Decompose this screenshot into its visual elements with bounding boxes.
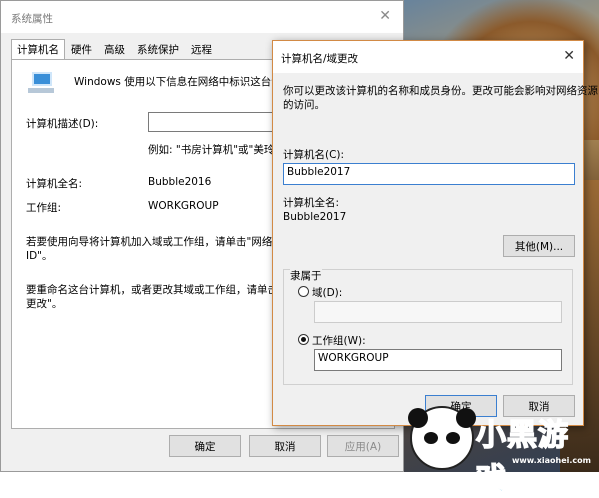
member-of-group: 隶属于 域(D): 工作组(W): WORKGROUP — [283, 268, 573, 385]
computer-name-dialog: 计算机名/域更改 ✕ 你可以更改该计算机的名称和成员身份。更改可能会影响对网络资… — [272, 40, 598, 426]
dialog-close-icon[interactable]: ✕ — [563, 48, 575, 64]
workgroup-radio[interactable] — [298, 334, 309, 345]
tab-hardware[interactable]: 硬件 — [65, 39, 98, 59]
ok-button[interactable]: 确定 — [169, 435, 241, 457]
domain-label: 域(D): — [312, 287, 343, 299]
computer-icon — [28, 72, 54, 94]
description-label: 计算机描述(D): — [26, 118, 99, 130]
apply-button[interactable]: 应用(A) — [327, 435, 399, 457]
network-id-text-line1: 若要使用向导将计算机加入域或工作组，请单击"网络 — [26, 236, 273, 248]
window-title: 系统属性 — [11, 13, 53, 25]
domain-radio[interactable] — [298, 286, 309, 297]
tab-system-protection[interactable]: 系统保护 — [131, 39, 185, 59]
intro-text: Windows 使用以下信息在网络中标识这台计 — [74, 76, 282, 88]
dialog-title-bar: 计算机名/域更改 ✕ — [273, 41, 583, 73]
full-name-value: Bubble2016 — [148, 176, 212, 188]
full-name-label: 计算机全名: — [26, 178, 83, 190]
close-icon[interactable]: ✕ — [379, 8, 391, 24]
member-of-label: 隶属于 — [290, 268, 322, 283]
watermark-logo: 小黑游戏 www.xiaohei.com — [404, 404, 599, 498]
panda-logo-icon — [408, 406, 476, 470]
workgroup-value: WORKGROUP — [148, 200, 219, 212]
rename-text-line2: 更改"。 — [26, 298, 63, 310]
tab-computer-name[interactable]: 计算机名 — [11, 39, 65, 59]
workgroup-label: 工作组: — [26, 202, 62, 214]
description-example: 例如: "书房计算机"或"美玲的 — [148, 144, 285, 156]
watermark-url: www.xiaohei.com — [512, 456, 591, 465]
domain-input[interactable] — [314, 301, 562, 323]
dialog-full-name-value: Bubble2017 — [283, 211, 347, 223]
dialog-info-line2: 的访问。 — [283, 99, 325, 111]
workgroup-input[interactable]: WORKGROUP — [314, 349, 562, 371]
dialog-info-line1: 你可以更改该计算机的名称和成员身份。更改可能会影响对网络资源 — [283, 85, 598, 97]
other-button[interactable]: 其他(M)... — [503, 235, 575, 257]
network-id-text-line2: ID"。 — [26, 250, 53, 262]
rename-text-line1: 要重命名这台计算机，或者更改其域或工作组，请单击" — [26, 284, 283, 296]
tab-advanced[interactable]: 高级 — [98, 39, 131, 59]
dialog-full-name-label: 计算机全名: — [283, 197, 340, 209]
dialog-title: 计算机名/域更改 — [281, 53, 359, 65]
title-bar: 系统属性 ✕ — [1, 1, 403, 33]
computer-name-label: 计算机名(C): — [283, 149, 345, 161]
watermark-brand: 小黑游戏 — [475, 417, 569, 498]
computer-name-input[interactable]: Bubble2017 — [283, 163, 575, 185]
dialog-workgroup-label: 工作组(W): — [312, 335, 366, 347]
tab-strip: 计算机名 硬件 高级 系统保护 远程 — [11, 39, 218, 59]
cancel-button[interactable]: 取消 — [249, 435, 321, 457]
tab-remote[interactable]: 远程 — [185, 39, 218, 59]
